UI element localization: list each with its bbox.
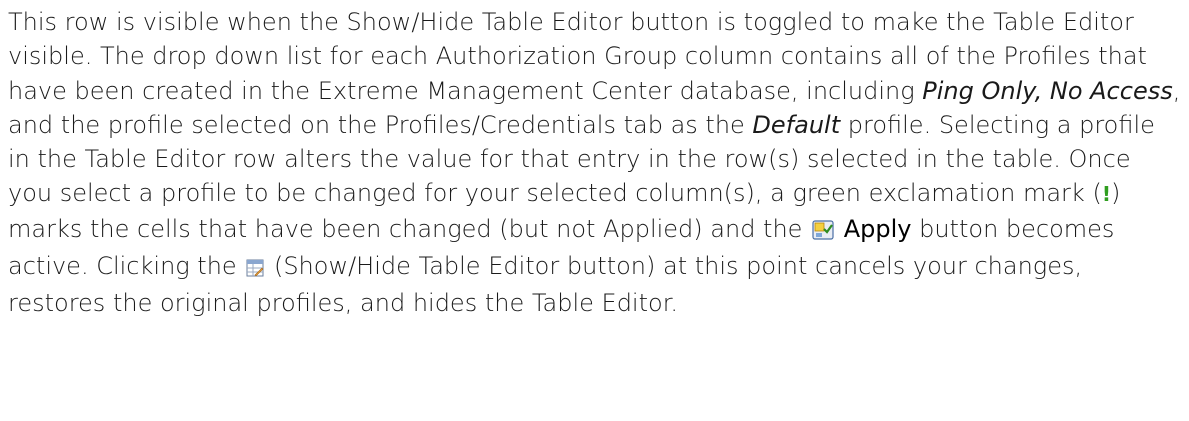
green-exclamation-icon: ! (1101, 182, 1111, 207)
ping-only-no-access-text: Ping Only, No Access (922, 76, 1173, 105)
apply-button-label: Apply (843, 214, 912, 243)
apply-icon (812, 215, 834, 249)
table-editor-icon (246, 252, 264, 286)
document-body: This row is visible when the Show/Hide T… (0, 0, 1189, 421)
description-paragraph: This row is visible when the Show/Hide T… (8, 5, 1181, 321)
default-text: Default (752, 110, 841, 139)
